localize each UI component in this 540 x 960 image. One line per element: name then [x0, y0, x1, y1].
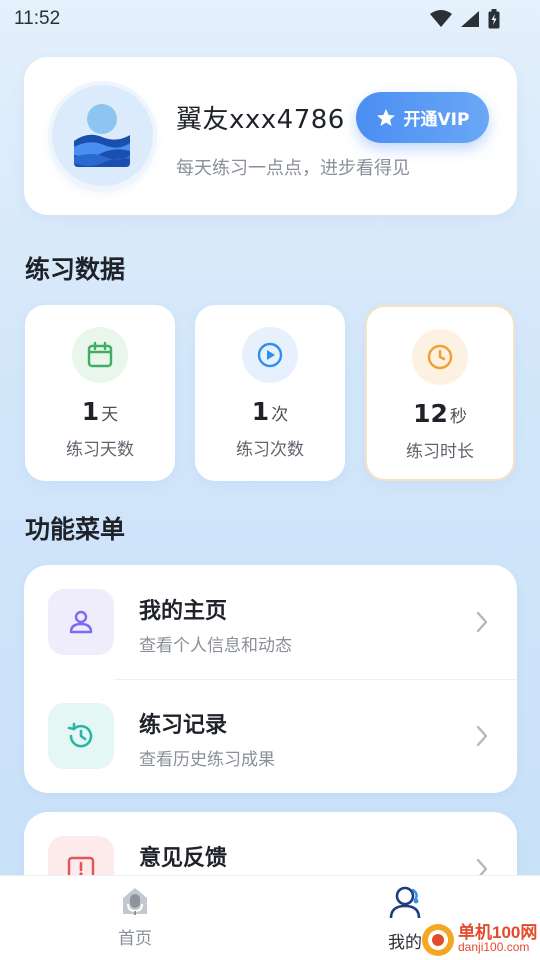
stat-label-count: 练习次数	[236, 440, 304, 460]
stat-value-count: 1次	[195, 397, 345, 426]
chevron-right-icon	[476, 611, 488, 633]
star-icon	[376, 108, 395, 126]
nav-label-home: 首页	[118, 929, 152, 949]
menu-item-title: 我的主页	[139, 599, 228, 624]
menu-item-my-homepage[interactable]: 我的主页 查看个人信息和动态	[24, 565, 517, 679]
avatar-illustration-icon	[74, 104, 130, 167]
nav-item-home[interactable]: 首页	[75, 884, 195, 949]
stat-unit: 秒	[449, 407, 467, 427]
status-icons	[430, 9, 500, 29]
stat-card-duration: 12 秒 练习时长	[365, 305, 515, 481]
menu-item-title: 练习记录	[139, 713, 228, 738]
vip-button-label: 开通VIP	[403, 110, 470, 130]
status-bar: 11:52	[0, 0, 540, 38]
feature-menu-title: 功能菜单	[25, 515, 126, 544]
stat-value-days: 1天	[25, 397, 175, 426]
menu-item-subtitle: 查看个人信息和动态	[139, 636, 292, 656]
open-vip-button[interactable]: 开通VIP	[356, 92, 489, 143]
stat-label-duration: 练习时长	[406, 442, 474, 462]
watermark-line2: danji100.com	[458, 940, 530, 954]
stat-unit: 次	[271, 405, 289, 425]
stat-number: 1	[251, 397, 270, 426]
home-mic-icon	[123, 888, 147, 915]
menu-item-subtitle: 查看历史练习成果	[139, 750, 275, 770]
menu-item-title: 意见反馈	[139, 846, 228, 871]
clock-icon	[412, 329, 468, 385]
signal-icon	[461, 11, 479, 27]
stat-card-count: 1次 练习次数	[195, 305, 345, 481]
stat-card-days: 1天 练习天数	[25, 305, 175, 481]
stat-label-days: 练习天数	[66, 440, 134, 460]
practice-data-title: 练习数据	[25, 255, 126, 284]
site-watermark: 单机100网 danji100.com	[420, 918, 540, 960]
history-icon	[48, 703, 114, 769]
profile-headset-icon	[389, 886, 421, 919]
profile-card[interactable]: 翼友xxx4786 每天练习一点点，进步看得见 开通VIP	[24, 57, 517, 215]
play-icon	[242, 327, 298, 383]
status-time: 11:52	[14, 8, 61, 29]
watermark-logo-icon	[422, 924, 454, 956]
battery-icon	[488, 9, 500, 29]
stat-number: 12	[413, 399, 448, 428]
menu-item-practice-records[interactable]: 练习记录 查看历史练习成果	[24, 679, 517, 793]
stat-number: 1	[81, 397, 100, 426]
wifi-icon	[430, 10, 452, 27]
chevron-right-icon	[476, 725, 488, 747]
tagline: 每天练习一点点，进步看得见	[176, 158, 410, 179]
stat-value-duration: 12 秒	[367, 399, 513, 428]
avatar[interactable]	[52, 85, 153, 186]
username: 翼友xxx4786	[176, 105, 345, 135]
menu-card: 我的主页 查看个人信息和动态 练习记录 查看历史练习成果	[24, 565, 517, 793]
calendar-icon	[72, 327, 128, 383]
stat-unit: 天	[101, 405, 119, 425]
user-icon	[48, 589, 114, 655]
